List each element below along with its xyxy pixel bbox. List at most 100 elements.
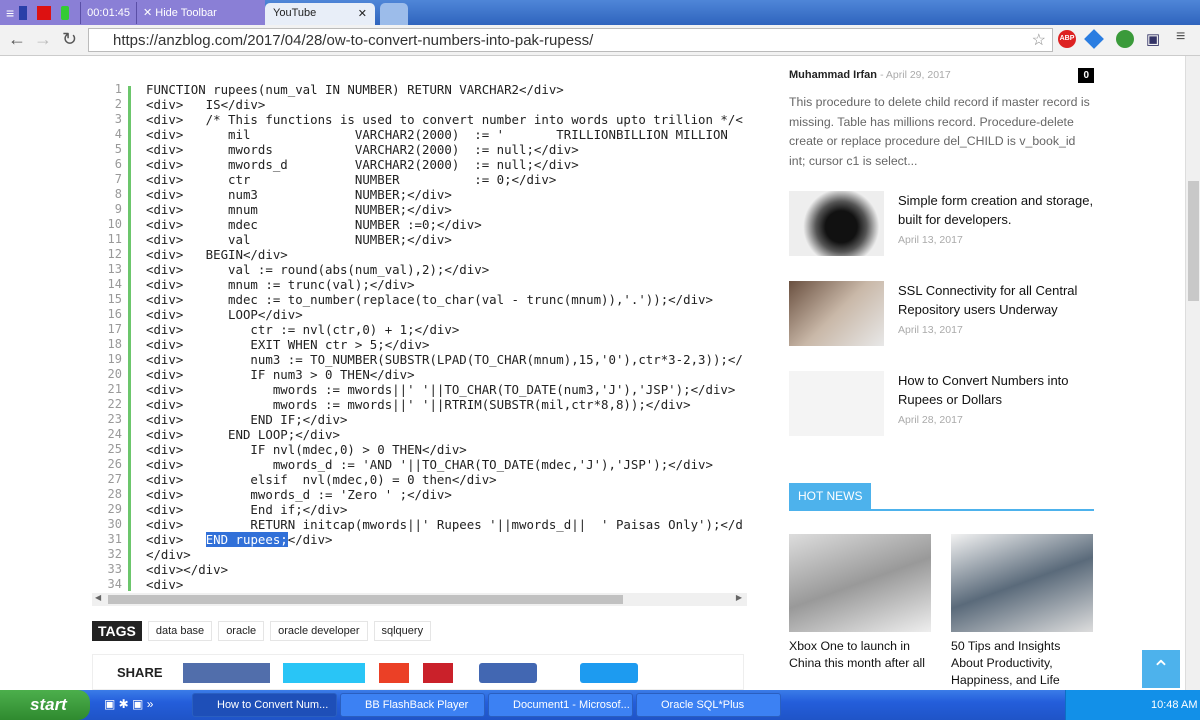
sidebar-post[interactable]: SSL Connectivity for all Central Reposit… (789, 281, 1094, 351)
code-gutter-bar (128, 86, 131, 591)
line-number: 12 (107, 247, 122, 261)
bookmark-star-icon[interactable]: ☆ (1032, 30, 1046, 50)
post-title[interactable]: Simple form creation and storage, built … (898, 191, 1094, 229)
code-line: <div> mwords_d := 'AND '||TO_CHAR(TO_DAT… (146, 457, 713, 472)
camera-thumbnail[interactable] (789, 191, 884, 256)
line-number: 33 (107, 562, 122, 576)
line-number: 2 (114, 97, 122, 111)
line-number: 25 (107, 442, 122, 456)
twitter-share-button[interactable] (283, 663, 365, 683)
taskbar-item-word[interactable]: Document1 - Microsof... (488, 693, 633, 717)
code-line: <div> val NUMBER;</div> (146, 232, 452, 247)
close-tab-icon[interactable]: ✕ (358, 7, 367, 20)
forward-icon[interactable]: → (34, 29, 52, 50)
post-title[interactable]: How to Convert Numbers into Rupees or Do… (898, 371, 1094, 409)
news-thumbnail[interactable] (951, 534, 1093, 632)
tags-label: TAGS (92, 621, 142, 641)
code-line: <div> ctr := nvl(ctr,0) + 1;</div> (146, 322, 460, 337)
menu-icon[interactable]: ≡ (6, 5, 14, 21)
code-line: <div> IF nvl(mdec,0) > 0 THEN</div> (146, 442, 467, 457)
line-number: 26 (107, 457, 122, 471)
line-number: 11 (107, 232, 122, 246)
stop-icon[interactable] (37, 5, 52, 20)
code-line: <div> mdec := to_number(replace(to_char(… (146, 292, 713, 307)
tag-link[interactable]: oracle developer (270, 621, 368, 641)
url-text: https://anzblog.com/2017/04/28/ow-to-con… (113, 32, 594, 49)
sidebar-post[interactable]: Simple form creation and storage, built … (789, 191, 1094, 261)
back-icon[interactable]: ← (8, 29, 26, 50)
post-author[interactable]: Muhammad Irfan - April 29, 2017 (789, 69, 951, 81)
code-line: <div> END LOOP;</div> (146, 427, 340, 442)
line-number: 23 (107, 412, 122, 426)
author-name: Muhammad Irfan (789, 69, 878, 81)
clock[interactable]: 10:48 AM (1151, 699, 1197, 711)
scroll-to-top-button[interactable]: ⌃ (1142, 650, 1180, 688)
scrollbar-thumb[interactable] (108, 595, 623, 604)
google-plus-share-button[interactable] (379, 663, 409, 683)
code-line: <div> RETURN initcap(mwords||' Rupees '|… (146, 517, 743, 532)
code-line: <div> End if;</div> (146, 502, 348, 517)
line-number: 18 (107, 337, 122, 351)
hot-news-item[interactable]: 50 Tips and Insights About Productivity,… (951, 534, 1093, 689)
tweet-button[interactable] (580, 663, 638, 683)
line-number: 29 (107, 502, 122, 516)
code-line: <div> mwords := mwords||' '||TO_CHAR(TO_… (146, 382, 736, 397)
tag-link[interactable]: oracle (218, 621, 265, 641)
reload-icon[interactable]: ↻ (62, 29, 77, 50)
sidebar-post[interactable]: How to Convert Numbers into Rupees or Do… (789, 371, 1094, 441)
globe-extension-icon[interactable] (1116, 30, 1134, 48)
line-number: 22 (107, 397, 122, 411)
code-line: <div> BEGIN</div> (146, 247, 288, 262)
share-box: SHARE (92, 654, 744, 690)
post-date: April 13, 2017 (898, 234, 963, 246)
taskbar-item-sqlplus[interactable]: Oracle SQL*Plus (636, 693, 781, 717)
start-button[interactable]: start (0, 690, 90, 720)
tab-youtube[interactable]: YouTube ✕ (265, 3, 375, 25)
news-title[interactable]: Xbox One to launch in China this month a… (789, 638, 931, 672)
code-line: <div> val := round(abs(num_val),2);</div… (146, 262, 490, 277)
line-number: 32 (107, 547, 122, 561)
line-number: 15 (107, 292, 122, 306)
extension-icon-2[interactable]: ▣ (1146, 30, 1160, 48)
task-label: How to Convert Num... (217, 699, 329, 711)
address-toolbar: ← → ↻ https://anzblog.com/2017/04/28/ow-… (0, 25, 1200, 56)
line-number: 24 (107, 427, 122, 441)
new-tab-button[interactable] (380, 3, 408, 25)
news-title[interactable]: 50 Tips and Insights About Productivity,… (951, 638, 1093, 689)
facebook-like-button[interactable] (479, 663, 537, 683)
line-number: 14 (107, 277, 122, 291)
code-horizontal-scrollbar[interactable]: ◀ ▶ (92, 593, 747, 606)
pinterest-share-button[interactable] (423, 663, 453, 683)
page-vertical-scrollbar[interactable] (1185, 56, 1200, 690)
line-number: 27 (107, 472, 122, 486)
post-title[interactable]: SSL Connectivity for all Central Reposit… (898, 281, 1094, 319)
pause-icon[interactable] (19, 5, 28, 20)
menu-icon[interactable]: ≡ (1176, 28, 1185, 46)
url-input[interactable]: https://anzblog.com/2017/04/28/ow-to-con… (88, 28, 1053, 52)
hot-news-header: HOT NEWS (789, 483, 1094, 511)
placeholder-thumbnail[interactable] (789, 371, 884, 436)
hide-toolbar-button[interactable]: ✕ Hide Toolbar (143, 6, 217, 19)
comment-count-badge[interactable]: 0 (1078, 68, 1094, 83)
tag-link[interactable]: data base (147, 621, 213, 641)
taskbar-item-chrome[interactable]: How to Convert Num... (192, 693, 337, 717)
line-number: 17 (107, 322, 122, 336)
news-thumbnail[interactable] (789, 534, 931, 632)
task-label: Document1 - Microsof... (513, 699, 630, 711)
code-line: </div> (146, 547, 191, 562)
code-line: <div> mwords := mwords||' '||RTRIM(SUBST… (146, 397, 691, 412)
facebook-share-button[interactable] (183, 663, 270, 683)
extension-icon[interactable] (1084, 29, 1104, 49)
marker-icon[interactable] (61, 5, 70, 20)
laptop-thumbnail[interactable] (789, 281, 884, 346)
quick-launch-icons[interactable]: ▣ ✱ ▣ » (104, 697, 153, 711)
taskbar-item-flashback[interactable]: BB FlashBack Player (340, 693, 485, 717)
code-block: 1 FUNCTION rupees(num_val IN NUMBER) RETU… (92, 78, 747, 593)
code-segment: </div> (287, 532, 333, 547)
hot-news-item[interactable]: Xbox One to launch in China this month a… (789, 534, 931, 672)
adblock-icon[interactable]: ABP (1058, 30, 1076, 48)
line-number: 20 (107, 367, 122, 381)
task-label: Oracle SQL*Plus (661, 699, 745, 711)
scrollbar-thumb[interactable] (1188, 181, 1199, 301)
tag-link[interactable]: sqlquery (373, 621, 432, 641)
